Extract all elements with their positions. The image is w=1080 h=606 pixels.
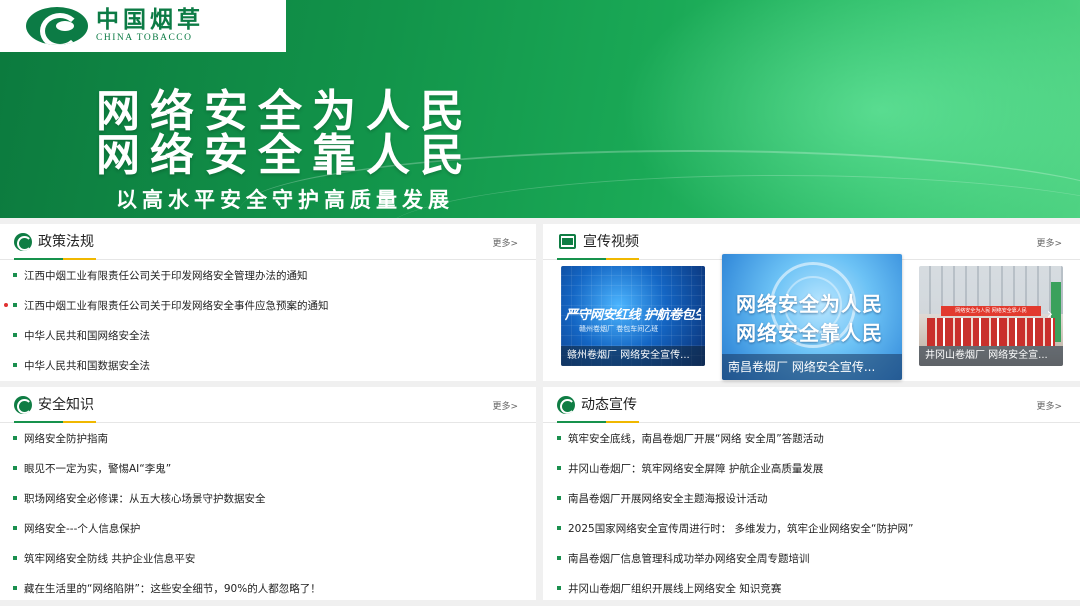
panel-header: 政策法规 更多> [0, 224, 536, 260]
bullet-icon [13, 363, 17, 367]
tobacco-leaf-icon [14, 233, 32, 251]
list-item-text: 中华人民共和国网络安全法 [24, 329, 150, 342]
list-item-text: 南昌卷烟厂信息管理科成功举办网络安全周专题培训 [568, 552, 810, 565]
more-link[interactable]: 更多> [1036, 399, 1062, 412]
panel-header: 安全知识 更多> [0, 387, 536, 423]
list-item[interactable]: 眼见不一定为实，警惕AI“李鬼” [0, 453, 536, 483]
bullet-icon [13, 496, 17, 500]
video-card-nanchang[interactable]: 网络安全为人民 网络安全靠人民 南昌卷烟厂 网络安全宣传... [722, 254, 902, 380]
logo-english-name: CHINA TOBACCO [96, 33, 193, 43]
video-caption: 南昌卷烟厂 网络安全宣传... [722, 354, 902, 380]
list-item[interactable]: 网络安全---个人信息保护 [0, 513, 536, 543]
video-caption: 赣州卷烟厂 网络安全宣传... [561, 346, 705, 366]
bullet-icon [557, 496, 561, 500]
title-underline [557, 258, 639, 260]
list-item[interactable]: 中华人民共和国数据安全法 [0, 350, 536, 380]
tobacco-leaf-icon [557, 396, 575, 414]
list-item-text: 江西中烟工业有限责任公司关于印发网络安全事件应急预案的通知 [24, 299, 329, 312]
film-icon [559, 234, 576, 249]
video-panel: 宣传视频 更多> 严守网安红线 护航卷包生产 赣州卷烟厂 卷包车间乙班 赣州卷烟… [543, 224, 1080, 381]
logo-text: 中国烟草 CHINA TOBACCO [96, 8, 204, 44]
more-link[interactable]: 更多> [492, 399, 518, 412]
list-item[interactable]: 网络安全防护指南 [0, 423, 536, 453]
video-thumbnail-subline: 赣州卷烟厂 卷包车间乙班 [579, 325, 659, 333]
video-thumbnail-headline: 严守网安红线 护航卷包生产 [565, 308, 701, 323]
list-item[interactable]: 筑牢网络安全防线 共护企业信息平安 [0, 543, 536, 573]
bullet-icon [557, 586, 561, 590]
list-item-text: 筑牢安全底线，南昌卷烟厂开展“网络 安全周”答题活动 [568, 432, 824, 445]
panel-header: 动态宣传 更多> [543, 387, 1080, 423]
list-item[interactable]: 中华人民共和国网络安全法 [0, 320, 536, 350]
more-link[interactable]: 更多> [1036, 236, 1062, 249]
list-item-text: 藏在生活里的“网络陷阱”：这些安全细节，90%的人都忽略了！ [24, 582, 321, 595]
bullet-icon [557, 436, 561, 440]
list-item-text: 网络安全防护指南 [24, 432, 108, 445]
list-item[interactable]: 筑牢安全底线，南昌卷烟厂开展“网络 安全周”答题活动 [543, 423, 1080, 453]
bullet-icon [557, 466, 561, 470]
knowledge-list: 网络安全防护指南 眼见不一定为实，警惕AI“李鬼” 职场网络安全必修课：从五大核… [0, 423, 536, 603]
bullet-icon [13, 333, 17, 337]
bullet-icon [557, 526, 561, 530]
policy-list: 江西中烟工业有限责任公司关于印发网络安全管理办法的通知 江西中烟工业有限责任公司… [0, 260, 536, 380]
hero-banner: 中国烟草 CHINA TOBACCO 网络安全为人民 网络安全靠人民 以高水平安… [0, 0, 1080, 218]
red-banner: 网络安全为人民 网络安全靠人民 [941, 306, 1041, 316]
list-item-text: 南昌卷烟厂开展网络安全主题海报设计活动 [568, 492, 768, 505]
list-item-text: 网络安全---个人信息保护 [24, 522, 141, 535]
list-item-text: 2025国家网络安全宣传周进行时： 多维发力，筑牢企业网络安全“防护网” [568, 522, 914, 535]
logo-chinese-name: 中国烟草 [96, 6, 204, 33]
list-item[interactable]: 井冈山卷烟厂组织开展线上网络安全 知识竞赛 [543, 573, 1080, 603]
list-item[interactable]: 井冈山卷烟厂：筑牢网络安全屏障 护航企业高质量发展 [543, 453, 1080, 483]
list-item[interactable]: 南昌卷烟厂开展网络安全主题海报设计活动 [543, 483, 1080, 513]
banner-slogan-line2: 网络安全靠人民 [96, 130, 474, 181]
bullet-icon [13, 556, 17, 560]
banner-slogan-subtitle: 以高水平安全守护高质量发展 [116, 188, 454, 212]
list-item-text: 江西中烟工业有限责任公司关于印发网络安全管理办法的通知 [24, 269, 308, 282]
panel-title: 政策法规 [38, 234, 94, 250]
policy-panel: 政策法规 更多> 江西中烟工业有限责任公司关于印发网络安全管理办法的通知 江西中… [0, 224, 536, 381]
new-marker-icon [4, 303, 8, 307]
bullet-icon [13, 273, 17, 277]
china-tobacco-logo-icon [26, 7, 88, 45]
video-card-ganzhou[interactable]: 严守网安红线 护航卷包生产 赣州卷烟厂 卷包车间乙班 赣州卷烟厂 网络安全宣传.… [561, 266, 705, 366]
more-link[interactable]: 更多> [492, 236, 518, 249]
list-item[interactable]: 藏在生活里的“网络陷阱”：这些安全细节，90%的人都忽略了！ [0, 573, 536, 603]
video-thumbnail-subline: 网络安全靠人民 [736, 321, 883, 345]
chevron-right-icon[interactable]: › [1047, 304, 1053, 323]
bullet-icon [13, 436, 17, 440]
list-item[interactable]: 2025国家网络安全宣传周进行时： 多维发力，筑牢企业网络安全“防护网” [543, 513, 1080, 543]
video-thumbnail-headline: 网络安全为人民 [736, 292, 883, 316]
video-caption: 井冈山卷烟厂 网络安全宣... [919, 346, 1063, 366]
list-item[interactable]: 江西中烟工业有限责任公司关于印发网络安全事件应急预案的通知 [0, 290, 536, 320]
site-logo[interactable]: 中国烟草 CHINA TOBACCO [0, 0, 286, 52]
bullet-icon [13, 466, 17, 470]
video-card-jinggangshan[interactable]: 网络安全为人民 网络安全靠人民 › 井冈山卷烟厂 网络安全宣... [919, 266, 1063, 366]
bullet-icon [13, 303, 17, 307]
list-item[interactable]: 职场网络安全必修课：从五大核心场景守护数据安全 [0, 483, 536, 513]
tobacco-leaf-icon [14, 396, 32, 414]
news-list: 筑牢安全底线，南昌卷烟厂开展“网络 安全周”答题活动 井冈山卷烟厂：筑牢网络安全… [543, 423, 1080, 603]
list-item-text: 井冈山卷烟厂组织开展线上网络安全 知识竞赛 [568, 582, 782, 595]
list-item-text: 职场网络安全必修课：从五大核心场景守护数据安全 [24, 492, 266, 505]
knowledge-panel: 安全知识 更多> 网络安全防护指南 眼见不一定为实，警惕AI“李鬼” 职场网络安… [0, 387, 536, 600]
list-item[interactable]: 江西中烟工业有限责任公司关于印发网络安全管理办法的通知 [0, 260, 536, 290]
list-item[interactable]: 南昌卷烟厂信息管理科成功举办网络安全周专题培训 [543, 543, 1080, 573]
list-item-text: 中华人民共和国数据安全法 [24, 359, 150, 372]
red-banner-text: 网络安全为人民 网络安全靠人民 [955, 308, 1027, 314]
list-item-text: 筑牢网络安全防线 共护企业信息平安 [24, 552, 196, 565]
panel-title: 动态宣传 [581, 397, 637, 413]
news-panel: 动态宣传 更多> 筑牢安全底线，南昌卷烟厂开展“网络 安全周”答题活动 井冈山卷… [543, 387, 1080, 600]
group-photo [927, 318, 1055, 346]
bullet-icon [13, 526, 17, 530]
bullet-icon [13, 586, 17, 590]
panel-title: 宣传视频 [583, 234, 639, 250]
list-item-text: 井冈山卷烟厂：筑牢网络安全屏障 护航企业高质量发展 [568, 462, 824, 475]
panel-title: 安全知识 [38, 397, 94, 413]
bullet-icon [557, 556, 561, 560]
list-item-text: 眼见不一定为实，警惕AI“李鬼” [24, 462, 172, 475]
